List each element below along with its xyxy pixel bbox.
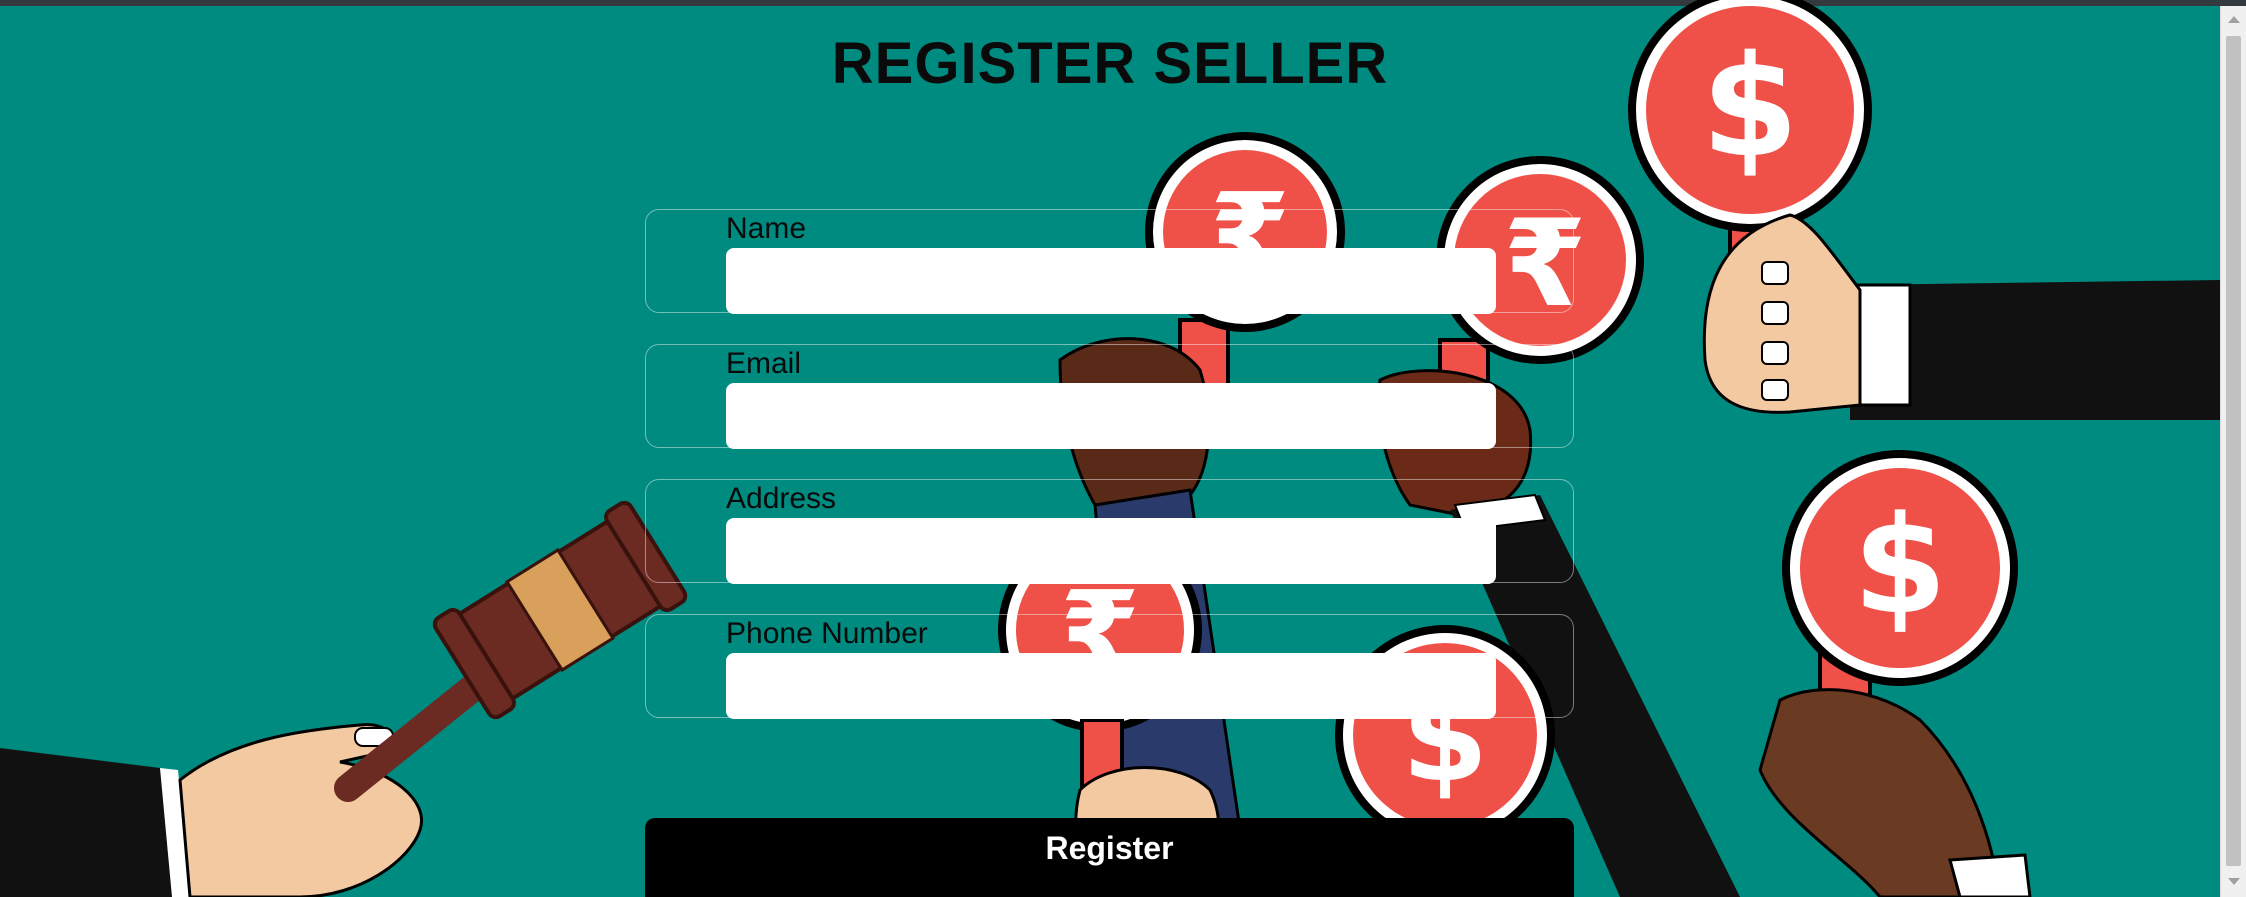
email-input[interactable] <box>726 383 1496 449</box>
name-input[interactable] <box>726 248 1496 314</box>
scroll-up-arrow-icon[interactable] <box>2228 16 2240 23</box>
address-label: Address <box>726 482 837 515</box>
vertical-scrollbar[interactable] <box>2220 6 2246 897</box>
name-field-group: Name <box>645 209 1574 314</box>
address-input[interactable] <box>726 518 1496 584</box>
phone-number-label: Phone Number <box>726 617 928 650</box>
phone-number-field-group: Phone Number <box>645 614 1574 719</box>
page-title: REGISTER SELLER <box>831 31 1389 96</box>
svg-text:$: $ <box>1853 487 1947 644</box>
email-field-group: Email <box>645 344 1574 449</box>
scrollbar-thumb[interactable] <box>2226 36 2241 866</box>
name-label: Name <box>726 212 807 245</box>
phone-number-input[interactable] <box>726 653 1496 719</box>
hand-right-upper <box>1702 213 2220 420</box>
gavel-illustration <box>334 500 688 802</box>
gavel-hand-illustration <box>0 723 423 897</box>
hand-right-lower <box>1758 688 2032 897</box>
address-field-group: Address <box>645 479 1574 584</box>
email-label: Email <box>726 347 802 380</box>
scroll-down-arrow-icon[interactable] <box>2228 878 2240 885</box>
register-button[interactable]: Register <box>645 818 1574 897</box>
